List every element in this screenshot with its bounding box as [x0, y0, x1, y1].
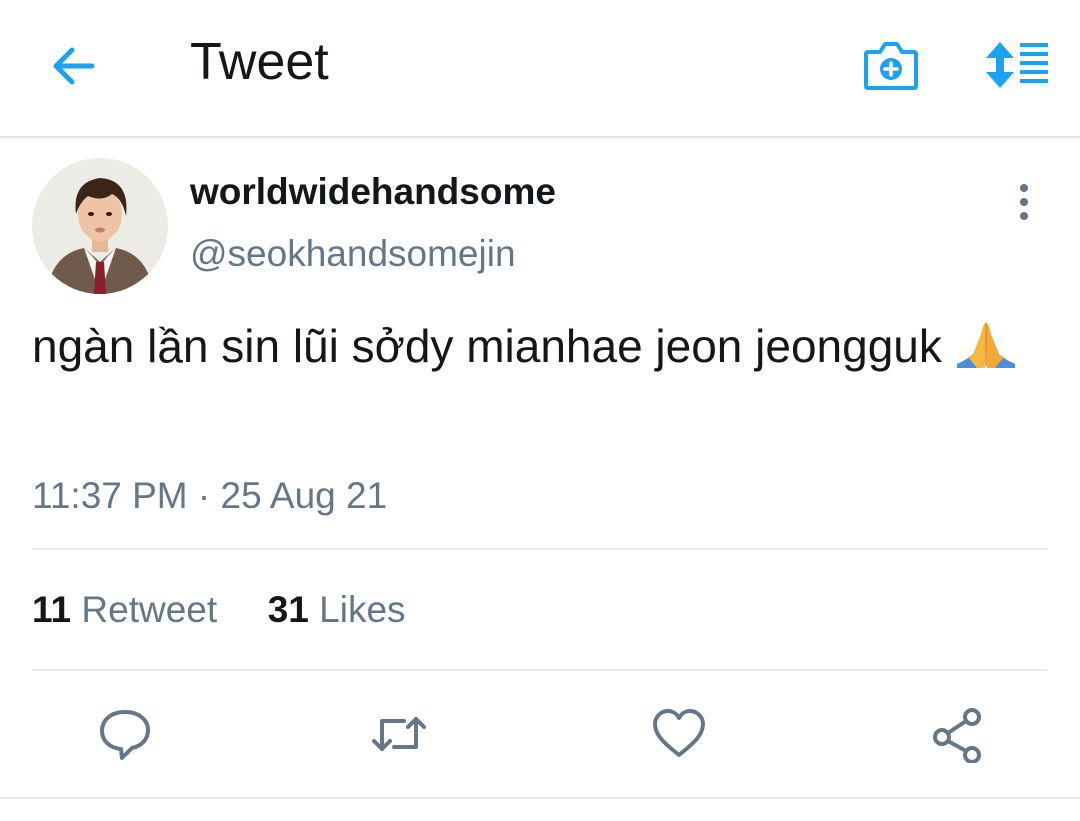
- avatar[interactable]: [32, 158, 168, 294]
- divider: [32, 548, 1048, 550]
- reply-icon: [100, 710, 150, 760]
- arrow-left-icon: [53, 47, 95, 85]
- likes-count: 31: [267, 589, 309, 630]
- profile-photo: [32, 158, 168, 294]
- likes-stat[interactable]: 31 Likes: [268, 589, 406, 630]
- retweet-button[interactable]: [370, 705, 428, 763]
- heart-icon: [653, 709, 705, 757]
- tweet-timestamp[interactable]: 11:37 PM · 25 Aug 21: [32, 474, 387, 518]
- folded-hands-icon: [956, 322, 1015, 368]
- page-title: Tweet: [190, 33, 329, 91]
- tweet-detail-screen: Tweet worldwidehandsome @seokhandsomejin…: [0, 0, 1080, 821]
- retweet-icon: [372, 717, 426, 751]
- user-handle[interactable]: @seokhandsomejin: [190, 232, 516, 276]
- share-button[interactable]: [928, 705, 986, 764]
- likes-label: Likes: [319, 589, 406, 630]
- camera-button[interactable]: [862, 38, 920, 92]
- share-icon: [933, 708, 981, 764]
- retweets-label: Retweet: [81, 589, 218, 630]
- folded-hands-emoji: [955, 320, 1017, 384]
- more-options-button[interactable]: [1006, 182, 1042, 226]
- camera-plus-icon: [864, 42, 918, 90]
- divider: [32, 669, 1048, 671]
- reply-button[interactable]: [96, 705, 154, 763]
- top-app-bar: Tweet: [0, 0, 1080, 138]
- tweet-text: ngàn lần sin lũi sởdy mianhae jeon jeong…: [32, 316, 1042, 384]
- display-name[interactable]: worldwidehandsome: [190, 170, 556, 214]
- tweet-text-content: ngàn lần sin lũi sởdy mianhae jeon jeong…: [32, 320, 942, 372]
- divider: [0, 797, 1080, 799]
- tweet-stats: 11 Retweet 31 Likes: [32, 588, 406, 632]
- back-button[interactable]: [48, 40, 100, 92]
- sort-button[interactable]: [984, 40, 1050, 90]
- like-button[interactable]: [650, 705, 708, 763]
- retweets-count: 11: [32, 589, 72, 630]
- sort-list-icon: [986, 42, 1048, 88]
- retweets-stat[interactable]: 11 Retweet: [32, 589, 227, 630]
- more-vertical-icon: [1020, 184, 1028, 220]
